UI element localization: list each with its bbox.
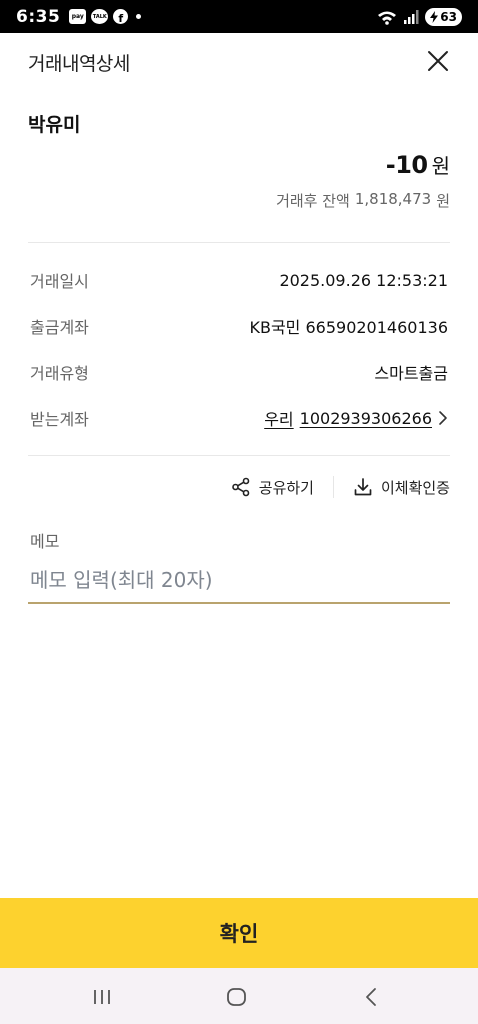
page-title: 거래내역상세	[28, 53, 130, 75]
certificate-label: 이체확인증	[380, 478, 450, 497]
share-button[interactable]: 공유하기	[231, 477, 314, 498]
home-button[interactable]	[225, 985, 249, 1009]
transfer-certificate-button[interactable]: 이체확인증	[353, 477, 450, 498]
share-label: 공유하기	[258, 478, 314, 497]
balance-after: 거래후 잔액 1,818,473 원	[276, 190, 450, 211]
status-time: 6:35	[16, 6, 61, 27]
amount-unit: 원	[431, 154, 450, 178]
payee-name: 박유미	[28, 114, 81, 136]
recent-apps-icon	[94, 990, 110, 1004]
transaction-amount: -10 원	[386, 150, 450, 179]
section-divider	[28, 455, 450, 456]
detail-row-type: 거래유형 스마트출금	[30, 360, 448, 384]
download-icon	[354, 478, 372, 496]
back-button[interactable]	[360, 985, 384, 1009]
talk-notification-icon: TALK	[91, 9, 109, 24]
charging-bolt-icon	[430, 10, 439, 23]
chevron-right-icon	[439, 411, 447, 425]
recipient-account-link[interactable]: 우리 1002939306266	[264, 406, 448, 430]
balance-label: 거래후 잔액	[276, 192, 350, 210]
home-icon	[227, 988, 246, 1006]
detail-row-recipient-account: 받는계좌 우리 1002939306266	[30, 406, 448, 430]
system-nav-bar	[0, 968, 478, 1024]
amount-value: -10	[385, 151, 428, 179]
action-separator	[332, 476, 334, 498]
share-icon	[231, 477, 250, 497]
action-bar: 공유하기 이체확인증	[231, 472, 450, 502]
balance-value: 1,818,473	[354, 190, 432, 208]
back-icon	[366, 988, 376, 1006]
section-divider	[28, 242, 450, 243]
more-notifications-dot	[136, 14, 142, 19]
close-button[interactable]	[426, 49, 450, 73]
detail-row-withdrawal-account: 출금계좌 KB국민 66590201460136	[30, 314, 448, 338]
confirm-button[interactable]: 확인	[0, 898, 478, 968]
battery-indicator: 63	[425, 7, 462, 26]
battery-level: 63	[440, 9, 457, 24]
facebook-notification-icon: f	[113, 9, 129, 24]
memo-label: 메모	[30, 532, 60, 551]
recipient-bank: 우리	[264, 410, 294, 429]
close-icon	[428, 51, 448, 71]
system-status: 63	[377, 0, 462, 33]
notification-icons: pay TALK f	[69, 9, 142, 24]
detail-label: 거래일시	[30, 272, 89, 291]
detail-value: KB국민 66590201460136	[249, 318, 448, 337]
pay-notification-icon: pay	[69, 9, 87, 24]
balance-unit: 원	[436, 192, 450, 210]
detail-label: 받는계좌	[30, 410, 89, 429]
detail-value: 2025.09.26 12:53:21	[279, 270, 448, 290]
detail-value: 스마트출금	[374, 364, 448, 383]
detail-row-datetime: 거래일시 2025.09.26 12:53:21	[30, 268, 448, 292]
signal-icon	[404, 9, 419, 24]
detail-label: 거래유형	[30, 364, 89, 383]
app-header: 거래내역상세	[0, 33, 478, 89]
status-bar: 6:35 pay TALK f 63	[0, 0, 478, 33]
recent-apps-button[interactable]	[90, 985, 114, 1009]
recipient-account-number: 1002939306266	[299, 408, 432, 428]
memo-input[interactable]	[28, 558, 450, 604]
wifi-icon	[378, 11, 397, 25]
detail-label: 출금계좌	[30, 318, 89, 337]
